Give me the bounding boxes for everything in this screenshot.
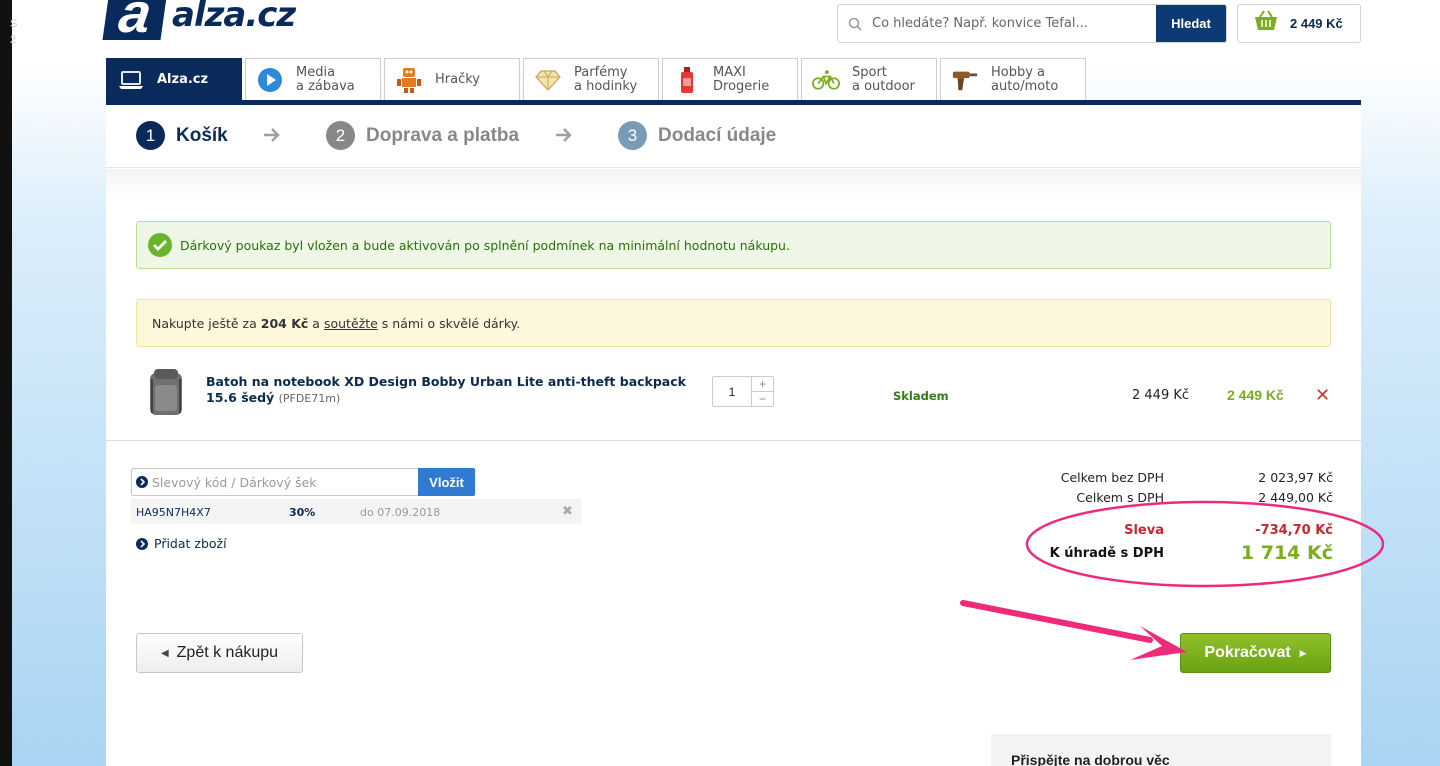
subtotal-incl-vat-label: Celkem s DPH [1076, 490, 1164, 505]
apply-voucher-button[interactable]: Vložit [418, 468, 475, 496]
charity-title: Přispějte na dobrou věc [1011, 752, 1170, 766]
search-icon [838, 5, 872, 42]
back-button-label: Zpět k nákupu [176, 644, 279, 661]
checkout-steps: 1 Košík 2 Doprava a platba 3 Dodací údaj… [106, 105, 1361, 168]
promo-text-prefix: Nakupte ještě za [152, 315, 257, 331]
promo-text-mid: a [312, 315, 320, 331]
nav-tab-label: Hobby a auto/moto [991, 64, 1059, 94]
promo-link[interactable]: soutěžte [324, 316, 378, 331]
step-address[interactable]: 3 Dodací údaje [618, 121, 776, 150]
success-alert-text: Dárkový poukaz byl vložen a bude aktivov… [180, 237, 790, 253]
product-name[interactable]: Batoh na notebook XD Design Bobby Urban … [206, 374, 706, 407]
step-label: Doprava a platba [366, 124, 520, 146]
nav-tab-label: MAXI Drogerie [713, 64, 770, 94]
nav-tab-sport[interactable]: Sport a outdoor [801, 58, 937, 100]
discount-label: Sleva [1124, 523, 1164, 538]
subtotal-excl-vat-label: Celkem bez DPH [1060, 470, 1164, 485]
alza-logo[interactable]: a alza.cz [102, 0, 296, 44]
step-label: Košík [176, 124, 228, 146]
subtotal-incl-vat-value: 2 449,00 Kč [1258, 490, 1333, 505]
basket-total: 2 449 Kč [1290, 16, 1343, 31]
search-bar: Hledat [837, 4, 1227, 43]
add-item-label: Přidat zboží [154, 536, 227, 551]
nav-tab-drugstore[interactable]: MAXI Drogerie [662, 58, 798, 100]
caret-left-icon: ◀ [160, 647, 169, 659]
nav-tab-label: Parfémy a hodinky [574, 64, 638, 94]
total-to-pay-value: 1 714 Kč [1240, 542, 1333, 564]
nav-tab-label: Media a zábava [296, 64, 355, 94]
check-circle-icon [148, 233, 172, 257]
remove-voucher-icon[interactable]: ✖ [562, 504, 573, 519]
voucher-validity: do 07.09.2018 [360, 506, 441, 519]
continue-button[interactable]: Pokračovat ▶ [1180, 633, 1331, 673]
promo-text-suffix: s námi o skvělé dárky. [381, 315, 521, 331]
cart-panel: 1 Košík 2 Doprava a platba 3 Dodací údaj… [106, 105, 1361, 766]
product-code: (PFDE71m) [278, 392, 341, 405]
charity-box: Přispějte na dobrou věc [991, 734, 1331, 766]
applied-voucher-row: HA95N7H4X7 30% do 07.09.2018 ✖ [131, 499, 581, 524]
stock-status: Skladem [893, 389, 949, 403]
logo-mark: a [102, 0, 168, 44]
back-to-shopping-button[interactable]: ◀ Zpět k nákupu [136, 633, 303, 673]
chevron-circle-icon [136, 537, 148, 550]
step-delivery[interactable]: 2 Doprava a platba [326, 121, 519, 150]
basket-button[interactable]: 2 449 Kč [1237, 4, 1361, 43]
basket-icon [1252, 10, 1280, 37]
step-number: 1 [136, 121, 165, 150]
nav-tab-label: Alza.cz [157, 71, 209, 87]
laptop-icon [117, 66, 145, 94]
nav-tab-hobby[interactable]: Hobby a auto/moto [940, 58, 1086, 100]
category-nav: Alza.cz Media a zábava Hračky Parfémy a ho… [106, 58, 1361, 105]
search-input[interactable] [872, 5, 1156, 42]
voucher-code: HA95N7H4X7 [136, 506, 211, 519]
step-number: 2 [326, 121, 355, 150]
diamond-icon [534, 66, 562, 94]
subtotal-excl-vat-value: 2 023,97 Kč [1258, 470, 1333, 485]
logo-text: alza.cz [172, 0, 296, 35]
item-total-price: 2 449 Kč [1227, 387, 1284, 403]
total-to-pay-label: K úhradě s DPH [1049, 546, 1164, 561]
nav-tab-toys[interactable]: Hračky [384, 58, 520, 100]
continue-button-label: Pokračovat [1204, 644, 1291, 661]
step-number: 3 [618, 121, 647, 150]
left-edge-strip: S 2 [0, 0, 17, 766]
divider-band [106, 169, 1361, 199]
unit-price: 2 449 Kč [1132, 388, 1190, 403]
arrow-right-icon [556, 128, 572, 142]
nav-tab-perfumes[interactable]: Parfémy a hodinky [523, 58, 659, 100]
discount-value: -734,70 Kč [1255, 523, 1333, 538]
add-item-link[interactable]: Přidat zboží [136, 536, 227, 551]
arrow-right-icon [264, 128, 280, 142]
step-label: Dodací údaje [658, 124, 777, 146]
cart-item-row: Batoh na notebook XD Design Bobby Urban … [106, 359, 1361, 441]
edge-char-1: S [10, 18, 18, 30]
caret-right-icon: ▶ [1299, 647, 1307, 658]
promo-amount: 204 Kč [260, 315, 309, 331]
voucher-percent: 30% [289, 506, 316, 519]
nav-tab-media[interactable]: Media a zábava [245, 58, 381, 100]
nav-tab-alza[interactable]: Alza.cz [106, 58, 242, 100]
bicycle-icon [812, 66, 840, 94]
quantity-stepper: 1 + − [712, 376, 774, 407]
robot-icon [395, 66, 423, 94]
play-icon [256, 66, 284, 94]
success-alert: Dárkový poukaz byl vložen a bude aktivov… [136, 221, 1331, 269]
decrease-quantity-button[interactable]: − [752, 392, 773, 406]
search-button[interactable]: Hledat [1156, 5, 1226, 42]
chevron-circle-icon [132, 469, 152, 495]
nav-tab-label: Sport a outdoor [852, 64, 915, 94]
promo-alert: Nakupte ještě za 204 Kč a soutěžte s nám… [136, 299, 1331, 347]
product-thumbnail[interactable] [144, 365, 188, 417]
step-cart[interactable]: 1 Košík [136, 121, 228, 150]
nav-tab-label: Hračky [435, 71, 480, 87]
increase-quantity-button[interactable]: + [752, 377, 773, 392]
bottle-icon [673, 66, 701, 94]
drill-icon [951, 66, 979, 94]
quantity-input[interactable]: 1 [713, 377, 751, 406]
remove-item-icon[interactable]: ✕ [1315, 385, 1330, 406]
edge-char-2: 2 [10, 34, 17, 46]
